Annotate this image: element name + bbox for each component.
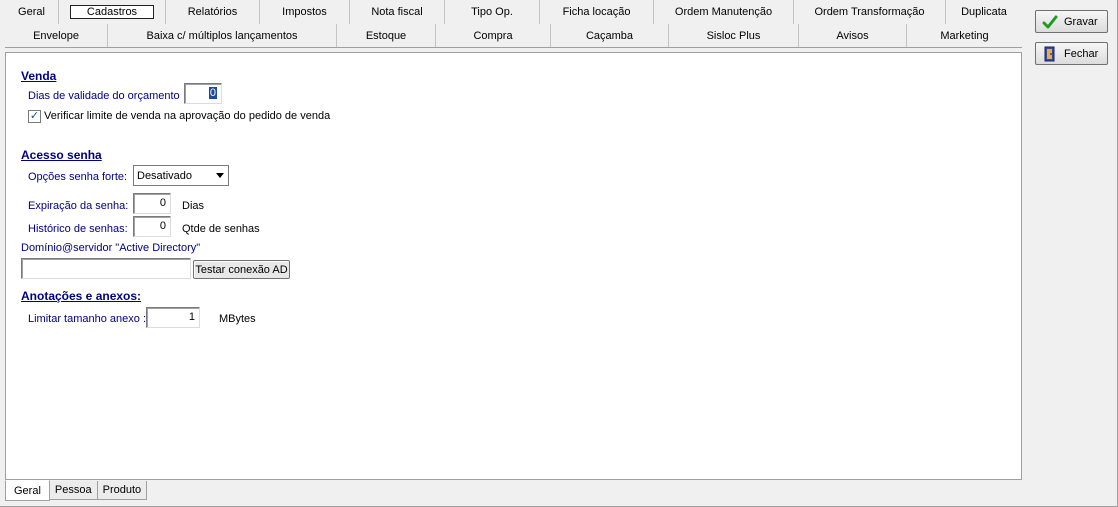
- verificar-limite-label: Verificar limite de venda na aprovação d…: [44, 110, 331, 122]
- tab-label: Nota fiscal: [371, 6, 423, 18]
- opcoes-senha-value: Desativado: [137, 169, 193, 182]
- tab-impostos[interactable]: Impostos: [260, 0, 350, 24]
- dias-validade-label: Dias de validade do orçamento: [28, 90, 180, 102]
- tab-label: Estoque: [365, 29, 407, 42]
- tab-cadastros[interactable]: Cadastros: [59, 0, 166, 24]
- tab-relatorios[interactable]: Relatórios: [166, 0, 260, 24]
- expiracao-senha-label: Expiração da senha:: [28, 200, 129, 212]
- bottom-tab-pessoa[interactable]: Pessoa: [48, 481, 98, 500]
- limitar-anexo-label: Limitar tamanho anexo :: [28, 313, 147, 325]
- tab-compra[interactable]: Compra: [436, 24, 551, 47]
- tab-sisloc-plus[interactable]: Sisloc Plus: [669, 24, 799, 47]
- tab-geral[interactable]: Geral: [5, 0, 59, 24]
- tab-duplicata[interactable]: Duplicata: [946, 0, 1022, 24]
- tab-label: Impostos: [282, 6, 327, 18]
- tab-row-1: Geral Cadastros Relatórios Impostos Nota…: [5, 0, 1022, 24]
- tab-label: Compra: [473, 29, 513, 42]
- tab-marketing[interactable]: Marketing: [907, 24, 1022, 47]
- dominio-label: Domínio@servidor "Active Directory": [21, 242, 201, 254]
- section-title-venda: Venda: [21, 69, 57, 83]
- verificar-limite-checkbox[interactable]: ✓: [28, 110, 41, 123]
- section-title-anotacoes: Anotações e anexos:: [21, 289, 142, 303]
- tab-label: Sisloc Plus: [706, 29, 761, 42]
- tab-label: Avisos: [836, 29, 869, 42]
- tab-label: Geral: [18, 6, 45, 18]
- door-exit-icon: [1044, 46, 1055, 61]
- tab-label: Duplicata: [961, 6, 1007, 18]
- tab-envelope[interactable]: Envelope: [5, 24, 108, 47]
- tab-label: Cadastros: [69, 5, 155, 19]
- bottom-tab-produto[interactable]: Produto: [96, 481, 148, 500]
- historico-senhas-input[interactable]: 0: [133, 216, 171, 237]
- tab-label: Ordem Transformação: [814, 6, 925, 18]
- bottom-tab-geral[interactable]: Geral: [5, 480, 50, 501]
- tab-tipo-op[interactable]: Tipo Op.: [445, 0, 540, 24]
- expiracao-unit: Dias: [182, 200, 205, 212]
- tab-label: Envelope: [33, 29, 79, 42]
- dominio-input[interactable]: [21, 258, 191, 279]
- tab-label: Tipo Op.: [471, 6, 513, 18]
- testar-conexao-ad-button[interactable]: Testar conexão AD: [193, 260, 290, 279]
- tab-cacamba[interactable]: Caçamba: [551, 24, 669, 47]
- dias-validade-input[interactable]: 0: [184, 83, 222, 104]
- tab-estoque[interactable]: Estoque: [337, 24, 436, 47]
- tab-label: Ficha locação: [562, 6, 631, 18]
- fechar-label: Fechar: [1064, 47, 1099, 60]
- historico-unit: Qtde de senhas: [182, 223, 260, 235]
- tab-nota-fiscal[interactable]: Nota fiscal: [350, 0, 445, 24]
- historico-senhas-label: Histórico de senhas:: [28, 223, 128, 235]
- tab-ficha-locacao[interactable]: Ficha locação: [540, 0, 654, 24]
- tab-baixa-multiplos[interactable]: Baixa c/ múltiplos lançamentos: [108, 24, 337, 47]
- tab-row-2: Envelope Baixa c/ múltiplos lançamentos …: [5, 24, 1022, 48]
- gravar-label: Gravar: [1064, 15, 1098, 28]
- gravar-button[interactable]: Gravar: [1035, 10, 1108, 33]
- dias-validade-value: 0: [208, 87, 217, 99]
- settings-panel: Venda Dias de validade do orçamento 0 ✓ …: [5, 52, 1022, 480]
- bottom-tabs: Geral Pessoa Produto: [5, 480, 148, 501]
- expiracao-senha-input[interactable]: 0: [133, 193, 171, 214]
- fechar-button[interactable]: Fechar: [1035, 42, 1108, 65]
- checkmark-icon: [1042, 15, 1058, 28]
- check-icon: ✓: [29, 110, 40, 122]
- tab-avisos[interactable]: Avisos: [799, 24, 907, 47]
- tab-label: Relatórios: [187, 6, 238, 18]
- tab-label: Baixa c/ múltiplos lançamentos: [146, 29, 298, 42]
- chevron-down-icon: [216, 173, 224, 178]
- limitar-anexo-input[interactable]: 1: [146, 307, 200, 328]
- tab-label: Ordem Manutenção: [674, 6, 773, 18]
- tab-label: Marketing: [940, 29, 989, 42]
- opcoes-senha-label: Opções senha forte:: [28, 171, 128, 183]
- section-title-acesso-senha: Acesso senha: [21, 148, 102, 162]
- limitar-anexo-unit: MBytes: [219, 313, 256, 325]
- tab-ordem-transformacao[interactable]: Ordem Transformação: [794, 0, 946, 24]
- tab-ordem-manutencao[interactable]: Ordem Manutenção: [654, 0, 794, 24]
- tab-label: Caçamba: [585, 29, 634, 42]
- opcoes-senha-select[interactable]: Desativado: [133, 165, 229, 186]
